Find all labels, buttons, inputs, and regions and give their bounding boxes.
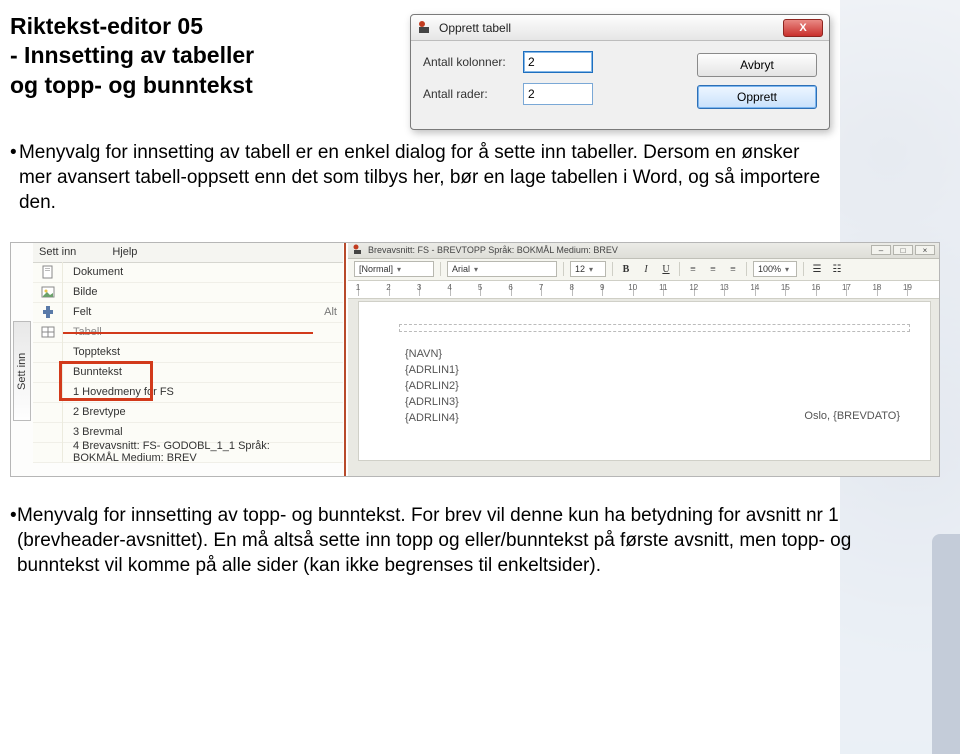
ruler-tick: 2	[386, 283, 390, 292]
ruler-tick: 7	[539, 283, 543, 292]
ruler-tick: 16	[811, 283, 820, 292]
bullet-dot: •	[10, 503, 17, 578]
ruler-tick: 15	[781, 283, 790, 292]
font-size-combo[interactable]: 12	[570, 261, 606, 277]
document-page[interactable]: {NAVN}{ADRLIN1}{ADRLIN2}{ADRLIN3}{ADRLIN…	[358, 301, 931, 461]
merge-field: {ADRLIN1}	[405, 362, 459, 378]
menu-item-icon	[33, 262, 63, 282]
insert-menu-panel: Sett inn Sett inn Hjelp Dokument Bilde Fel…	[11, 243, 346, 476]
ruler-tick: 19	[903, 283, 912, 292]
italic-button[interactable]: I	[639, 262, 653, 276]
menu-item-hint: Alt	[313, 306, 343, 318]
menu-header: Sett inn Hjelp	[33, 243, 343, 263]
rows-input[interactable]	[523, 83, 593, 105]
paragraph-1: • Menyvalg for innsetting av tabell er e…	[10, 140, 830, 215]
cancel-button[interactable]: Avbryt	[697, 53, 817, 77]
editor-titlebar: Brevavsnitt: FS - BREVTOPP Språk: BOKMÅL…	[348, 243, 939, 259]
ruler-tick: 5	[478, 283, 482, 292]
ruler-tick: 1	[356, 283, 360, 292]
dialog-titlebar: Opprett tabell X	[411, 15, 829, 41]
merge-field: {NAVN}	[405, 346, 459, 362]
document-merge-fields: {NAVN}{ADRLIN1}{ADRLIN2}{ADRLIN3}{ADRLIN…	[405, 346, 459, 426]
menu-item-label: 4 Brevavsnitt: FS- GODOBL_1_1 Språk: BOK…	[63, 440, 313, 464]
menu-item-topptekst[interactable]: Topptekst	[33, 343, 343, 363]
create-button[interactable]: Opprett	[697, 85, 817, 109]
menu-item-label: Topptekst	[63, 346, 313, 358]
menu-item-label: Tabell	[63, 326, 313, 338]
menu-item-label: 2 Brevtype	[63, 406, 313, 418]
menu-item-felt[interactable]: FeltAlt	[33, 303, 343, 323]
ruler-tick: 17	[842, 283, 851, 292]
editor-toolbar: [Normal] Arial 12 B I U ≡ ≡ ≡ 100%	[348, 259, 939, 281]
bullet-dot: •	[10, 140, 19, 215]
menu-item-tabell[interactable]: Tabell	[33, 323, 343, 343]
vertical-tab-sett-inn[interactable]: Sett inn	[13, 321, 31, 421]
bold-button[interactable]: B	[619, 262, 633, 276]
close-button[interactable]: X	[783, 19, 823, 37]
paragraph-1-text: Menyvalg for innsetting av tabell er en …	[19, 140, 830, 215]
menu-item-icon	[33, 442, 63, 462]
align-center-button[interactable]: ≡	[706, 262, 720, 276]
rows-label: Antall rader:	[423, 87, 523, 101]
zoom-combo[interactable]: 100%	[753, 261, 797, 277]
menu-item-icon	[33, 302, 63, 322]
ruler-tick: 13	[720, 283, 729, 292]
list-numbers-button[interactable]: ☷	[830, 262, 844, 276]
app-icon	[417, 20, 433, 36]
menu-item-icon	[33, 282, 63, 302]
paragraph-2: • Menyvalg for innsetting av topp- og bu…	[10, 503, 890, 578]
ruler-tick: 6	[508, 283, 512, 292]
menu-item-icon	[33, 322, 63, 342]
header-frame	[399, 324, 910, 332]
ruler-tick: 14	[750, 283, 759, 292]
ruler-tick: 4	[447, 283, 451, 292]
style-combo[interactable]: [Normal]	[354, 261, 434, 277]
maximize-button[interactable]: □	[893, 245, 913, 255]
ruler-tick: 10	[628, 283, 637, 292]
ruler-tick: 18	[872, 283, 881, 292]
paragraph-2-text: Menyvalg for innsetting av topp- og bunn…	[17, 503, 890, 578]
align-left-button[interactable]: ≡	[686, 262, 700, 276]
menu-item-4-brevavsnitt-fs-godobl-1-1-sp[interactable]: 4 Brevavsnitt: FS- GODOBL_1_1 Språk: BOK…	[33, 443, 343, 463]
merge-field: {ADRLIN2}	[405, 378, 459, 394]
document-date-field: Oslo, {BREVDATO}	[804, 410, 900, 422]
app-icon	[352, 244, 364, 256]
menu-header-1[interactable]: Sett inn	[39, 246, 76, 258]
close-editor-button[interactable]: ×	[915, 245, 935, 255]
ruler-tick: 8	[569, 283, 573, 292]
menu-item-label: Dokument	[63, 266, 313, 278]
menu-item-dokument[interactable]: Dokument	[33, 263, 343, 283]
font-combo[interactable]: Arial	[447, 261, 557, 277]
menu-item-label: 3 Brevmal	[63, 426, 313, 438]
minimize-button[interactable]: –	[871, 245, 891, 255]
ruler-tick: 9	[600, 283, 604, 292]
dialog-title: Opprett tabell	[439, 21, 511, 35]
underline-button[interactable]: U	[659, 262, 673, 276]
menu-item-2-brevtype[interactable]: 2 Brevtype	[33, 403, 343, 423]
highlight-red-box	[59, 361, 153, 401]
ruler: 12345678910111213141516171819	[348, 281, 939, 299]
editor-panel: Brevavsnitt: FS - BREVTOPP Språk: BOKMÅL…	[348, 243, 939, 476]
merge-field: {ADRLIN4}	[405, 410, 459, 426]
editor-screenshot: Sett inn Sett inn Hjelp Dokument Bilde Fel…	[10, 242, 940, 477]
ruler-tick: 12	[689, 283, 698, 292]
close-icon: X	[799, 22, 806, 34]
create-table-dialog: Opprett tabell X Antall kolonner: Antall…	[410, 14, 830, 130]
ruler-tick: 11	[659, 283, 667, 292]
menu-item-icon	[33, 402, 63, 422]
align-right-button[interactable]: ≡	[726, 262, 740, 276]
ruler-tick: 3	[417, 283, 421, 292]
columns-label: Antall kolonner:	[423, 55, 523, 69]
columns-input[interactable]	[523, 51, 593, 73]
editor-title-text: Brevavsnitt: FS - BREVTOPP Språk: BOKMÅL…	[368, 245, 618, 255]
merge-field: {ADRLIN3}	[405, 394, 459, 410]
menu-item-label: Felt	[63, 306, 313, 318]
menu-item-icon	[33, 422, 63, 442]
menu-item-icon	[33, 342, 63, 362]
menu-item-label: Bilde	[63, 286, 313, 298]
list-bullets-button[interactable]: ☰	[810, 262, 824, 276]
menu-item-bilde[interactable]: Bilde	[33, 283, 343, 303]
menu-header-2[interactable]: Hjelp	[112, 246, 137, 258]
